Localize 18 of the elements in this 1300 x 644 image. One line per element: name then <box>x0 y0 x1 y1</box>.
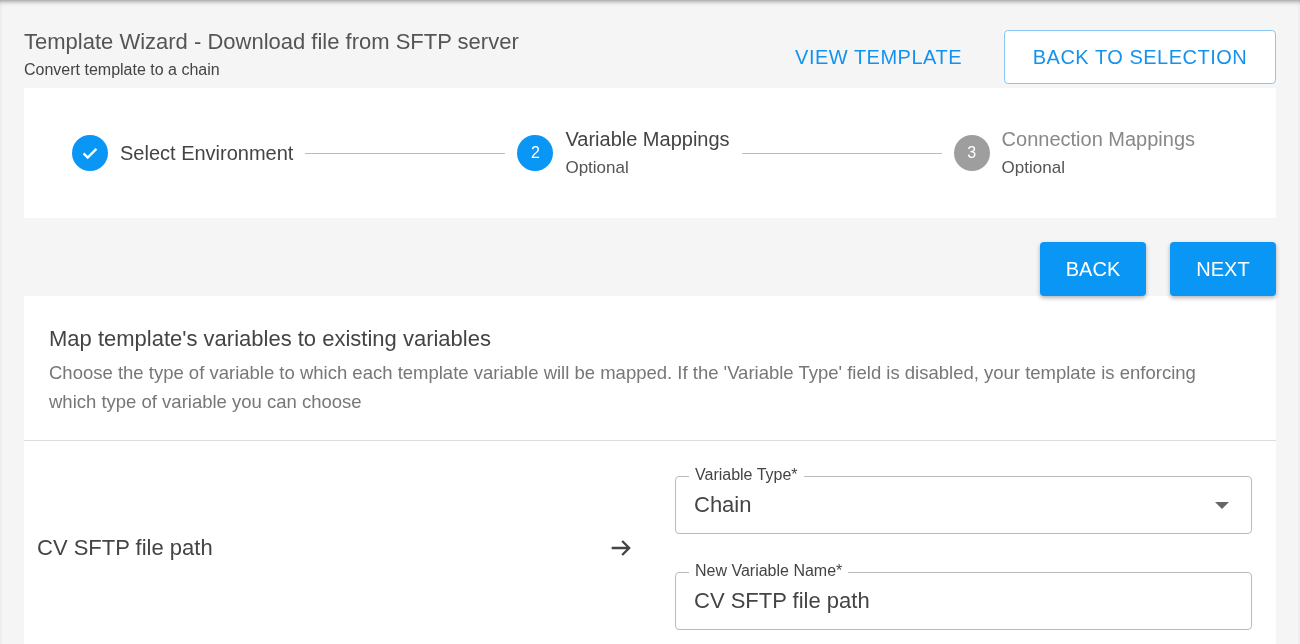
view-template-button[interactable]: VIEW TEMPLATE <box>773 30 984 84</box>
dropdown-caret-icon <box>1215 501 1229 509</box>
back-button[interactable]: BACK <box>1040 242 1146 296</box>
page-subtitle: Convert template to a chain <box>24 61 221 79</box>
section-description: Choose the type of variable to which each template variable will be mapped. If the 'Variable Type' field is disabled, your template is enforcing which type of variable you can choose <box>48 361 1197 414</box>
step-sublabel: Optional <box>1001 158 1066 178</box>
step-sublabel: Optional <box>565 158 630 178</box>
step-label: Variable Mappings <box>565 128 730 151</box>
step-label: Connection Mappings <box>1001 128 1196 151</box>
step-label: Select Environment <box>120 141 294 165</box>
page-title: Template Wizard - Download file from SFTP server <box>24 29 519 55</box>
back-to-selection-button[interactable]: BACK TO SELECTION <box>1004 30 1276 84</box>
template-variable-name: CV SFTP file path <box>37 534 214 561</box>
step-indicator: 3 <box>953 135 990 171</box>
field-label: Variable Type* <box>689 465 804 485</box>
step-indicator: 2 <box>517 135 554 171</box>
next-button[interactable]: NEXT <box>1170 242 1276 296</box>
section-title: Map template's variables to existing variables <box>48 326 492 352</box>
